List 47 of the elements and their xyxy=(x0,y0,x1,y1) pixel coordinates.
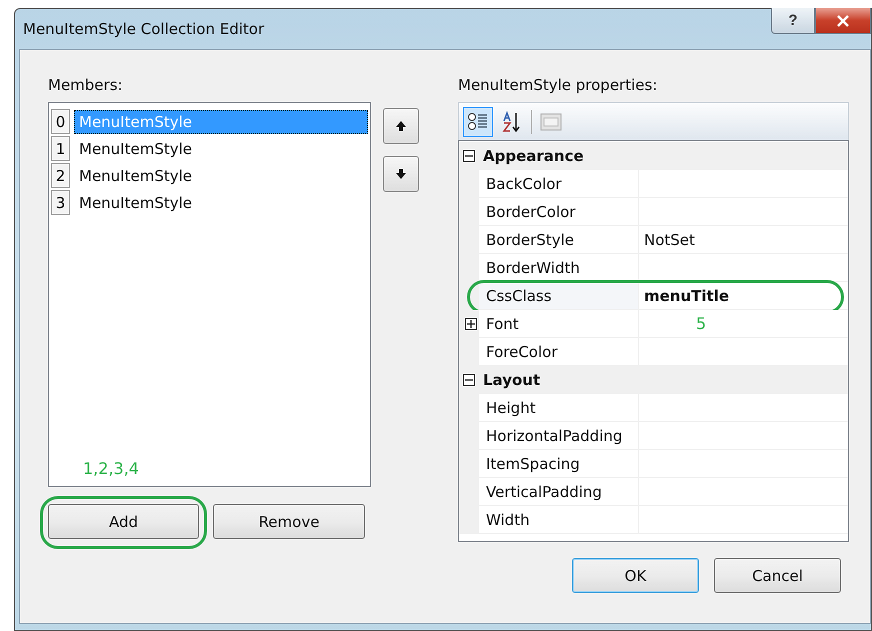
property-name[interactable]: BackColor xyxy=(479,170,639,198)
category-name: Layout xyxy=(483,371,540,389)
index-label: 0 xyxy=(51,109,70,134)
property-name[interactable]: HorizontalPadding xyxy=(479,422,639,450)
property-name[interactable]: Width xyxy=(479,506,639,534)
property-name[interactable]: ForeColor xyxy=(479,338,639,366)
property-name[interactable]: BorderColor xyxy=(479,198,639,226)
close-icon xyxy=(836,14,850,26)
collapse-toggle[interactable] xyxy=(463,150,475,162)
property-value[interactable] xyxy=(639,254,848,282)
move-up-button[interactable] xyxy=(383,108,419,144)
cancel-button[interactable]: Cancel xyxy=(714,558,841,593)
property-name[interactable]: BorderWidth xyxy=(479,254,639,282)
property-value[interactable]: menuTitle xyxy=(639,282,848,310)
index-label: 3 xyxy=(51,190,70,215)
expand-toggle[interactable] xyxy=(465,318,477,330)
property-name[interactable]: VerticalPadding xyxy=(479,478,639,506)
property-name[interactable]: ItemSpacing xyxy=(479,450,639,478)
index-label: 1 xyxy=(51,136,70,161)
members-label: Members: xyxy=(48,76,124,94)
move-down-button[interactable] xyxy=(383,156,419,192)
member-item[interactable]: MenuItemStyle xyxy=(74,190,368,214)
add-button[interactable]: Add xyxy=(48,504,199,539)
remove-button[interactable]: Remove xyxy=(213,504,365,539)
member-item[interactable]: MenuItemStyle xyxy=(74,164,368,188)
up-arrow-icon xyxy=(395,120,407,132)
toolbar-button[interactable] xyxy=(463,106,493,136)
down-arrow-icon xyxy=(395,168,407,180)
window-title: MenuItemStyle Collection Editor xyxy=(23,20,264,38)
ok-button[interactable]: OK xyxy=(572,558,699,593)
member-item[interactable]: MenuItemStyle xyxy=(74,136,368,160)
plus-icon xyxy=(467,320,475,328)
property-name[interactable]: Height xyxy=(479,394,639,422)
annotation-text: 5 xyxy=(696,314,706,333)
properties-label: MenuItemStyle properties: xyxy=(458,76,658,94)
collapse-toggle[interactable] xyxy=(463,374,475,386)
property-name[interactable]: Font xyxy=(479,310,639,338)
help-button[interactable]: ? xyxy=(771,8,815,34)
category-name: Appearance xyxy=(483,147,584,165)
property-name[interactable]: CssClass xyxy=(479,282,639,310)
property-pages-icon xyxy=(540,112,562,132)
categorized-icon xyxy=(467,110,489,132)
annotation-text: 1,2,3,4 xyxy=(83,459,139,478)
index-label: 2 xyxy=(51,163,70,188)
property-name[interactable]: BorderStyle xyxy=(479,226,639,254)
property-value[interactable]: NotSet xyxy=(639,226,848,254)
close-button[interactable] xyxy=(815,8,871,34)
